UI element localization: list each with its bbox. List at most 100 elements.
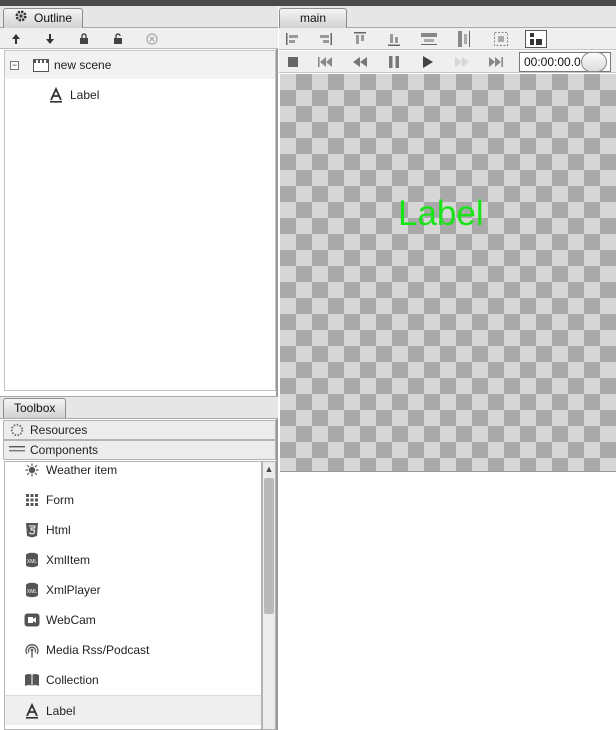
outline-tree: − new scene Label	[4, 50, 276, 391]
unlock-button[interactable]	[106, 29, 130, 48]
distribute-horizontal-button[interactable]	[418, 30, 440, 48]
list-item-label: XmlItem	[46, 553, 91, 567]
list-item-label-component[interactable]: Label	[5, 695, 261, 725]
skip-start-icon	[318, 57, 332, 67]
play-button[interactable]	[417, 53, 439, 71]
tab-toolbox-label: Toolbox	[14, 401, 56, 415]
scene-label: new scene	[54, 58, 112, 72]
list-item-html[interactable]: Html	[5, 515, 261, 545]
left-panel: Outline − new scene Label Toolbox Resour…	[0, 6, 278, 730]
xml-item-icon: XML	[23, 551, 41, 569]
snap-toggle-button[interactable]	[525, 30, 547, 48]
align-right-button[interactable]	[314, 30, 336, 48]
label-a-icon	[23, 702, 41, 720]
tab-main-label: main	[300, 11, 327, 25]
pause-icon	[389, 56, 399, 68]
align-top-button[interactable]	[349, 30, 371, 48]
svg-text:XML: XML	[27, 589, 38, 595]
section-resources-label: Resources	[30, 423, 88, 437]
align-toolbar	[279, 28, 616, 50]
tab-toolbox[interactable]: Toolbox	[3, 398, 67, 418]
list-item-xmlplayer[interactable]: XML XmlPlayer	[5, 575, 261, 605]
list-item-label: Media Rss/Podcast	[46, 643, 150, 657]
weather-icon	[23, 462, 41, 479]
loading-spinner-icon	[8, 423, 26, 437]
section-components-label: Components	[30, 443, 99, 457]
list-item-label: Collection	[46, 673, 99, 687]
align-bottom-button[interactable]	[383, 30, 405, 48]
list-item-label: XmlPlayer	[46, 583, 101, 597]
collection-icon	[23, 671, 41, 689]
skip-end-icon	[489, 57, 503, 67]
html5-icon	[23, 521, 41, 539]
scroll-thumb[interactable]	[264, 478, 274, 614]
resize-fit-button[interactable]	[490, 30, 512, 48]
form-grid-icon	[23, 491, 41, 509]
distribute-horizontal-icon	[421, 33, 437, 45]
list-item-podcast[interactable]: Media Rss/Podcast	[5, 635, 261, 665]
outline-toolbar	[0, 28, 278, 49]
rewind-icon	[353, 57, 367, 67]
components-list: Weather item Form Html XML XmlItem XML X…	[4, 461, 262, 730]
list-item-form[interactable]: Form	[5, 485, 261, 515]
scroll-up-arrow-icon[interactable]: ▲	[263, 462, 275, 476]
scene-canvas[interactable]: Label	[280, 74, 616, 472]
move-up-button[interactable]	[4, 29, 28, 48]
tab-outline[interactable]: Outline	[3, 8, 84, 29]
gear-icon	[14, 9, 28, 29]
lock-button[interactable]	[72, 29, 96, 48]
pause-button[interactable]	[383, 53, 405, 71]
webcam-icon	[23, 611, 41, 629]
list-item-label: WebCam	[46, 613, 96, 627]
snap-grid-icon	[530, 33, 542, 45]
skip-to-end-button[interactable]	[485, 53, 507, 71]
fast-forward-button[interactable]	[451, 53, 473, 71]
arrow-up-icon	[12, 33, 20, 44]
list-item-label: Label	[46, 703, 76, 718]
outline-tabstrip: Outline	[0, 6, 278, 28]
toolbox-tabstrip: Toolbox	[0, 396, 278, 419]
list-item-collection[interactable]: Collection	[5, 665, 261, 695]
svg-text:XML: XML	[27, 559, 38, 565]
podcast-icon	[23, 641, 41, 659]
list-item-xmlitem[interactable]: XML XmlItem	[5, 545, 261, 575]
move-down-button[interactable]	[38, 29, 62, 48]
tree-child-label: Label	[70, 88, 100, 102]
tree-item-label[interactable]: Label	[5, 81, 275, 109]
list-item-label: Form	[46, 493, 74, 507]
section-resources[interactable]: Resources	[3, 420, 276, 440]
arrow-down-icon	[46, 33, 54, 44]
delete-icon	[146, 32, 158, 45]
editor-panel: main 00:00:00.0 Label	[279, 6, 616, 730]
play-icon	[423, 56, 433, 68]
unlock-icon	[114, 33, 122, 44]
rewind-button[interactable]	[349, 53, 371, 71]
list-item-webcam[interactable]: WebCam	[5, 605, 261, 635]
align-left-button[interactable]	[282, 30, 304, 48]
skip-to-start-button[interactable]	[314, 53, 336, 71]
collapse-toggle[interactable]: −	[10, 60, 19, 70]
section-components[interactable]: Components	[3, 440, 276, 460]
components-scrollbar[interactable]: ▲	[262, 461, 276, 730]
xml-player-icon: XML	[23, 581, 41, 599]
align-right-icon	[320, 33, 332, 45]
align-top-icon	[354, 32, 366, 44]
stop-button[interactable]	[282, 53, 304, 71]
playback-toolbar	[279, 51, 616, 73]
scene-clapper-icon	[33, 58, 49, 72]
editor-tabstrip: main	[279, 6, 616, 28]
align-bottom-icon	[388, 34, 400, 46]
distribute-vertical-button[interactable]	[453, 30, 475, 48]
list-item-weather[interactable]: Weather item	[5, 462, 261, 485]
timeline-slider-knob[interactable]	[581, 52, 607, 72]
tree-item-scene[interactable]: − new scene	[5, 51, 275, 79]
delete-button[interactable]	[140, 29, 164, 48]
tab-main[interactable]: main	[279, 8, 348, 28]
stop-icon	[288, 57, 298, 67]
resize-fit-icon	[494, 32, 508, 46]
lock-icon	[80, 33, 88, 44]
canvas-label-element[interactable]: Label	[398, 194, 484, 234]
list-item-label: Weather item	[46, 463, 118, 477]
tab-outline-label: Outline	[34, 11, 73, 25]
align-left-icon	[286, 33, 298, 45]
